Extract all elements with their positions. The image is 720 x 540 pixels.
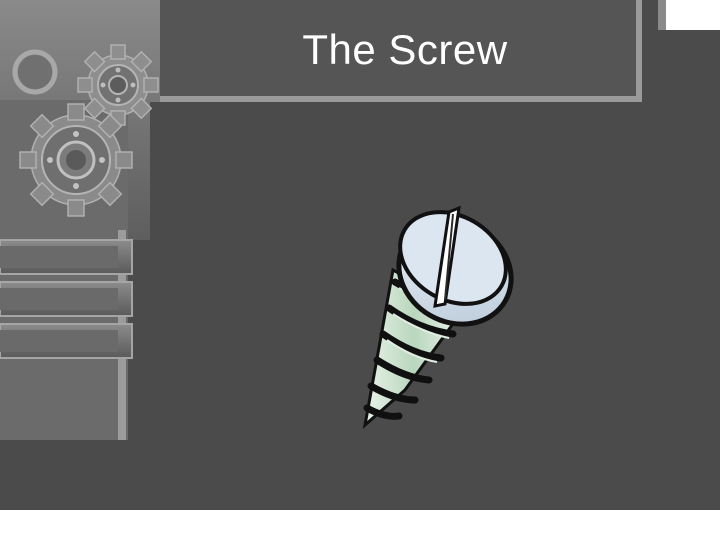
ring-icon xyxy=(12,49,58,95)
gear-icon xyxy=(19,103,133,217)
slide-title: The Screw xyxy=(302,26,508,73)
slide: The Screw xyxy=(0,0,720,540)
decorative-bars xyxy=(0,239,133,359)
gear-icon xyxy=(77,44,159,126)
slide-background-art xyxy=(0,0,720,540)
